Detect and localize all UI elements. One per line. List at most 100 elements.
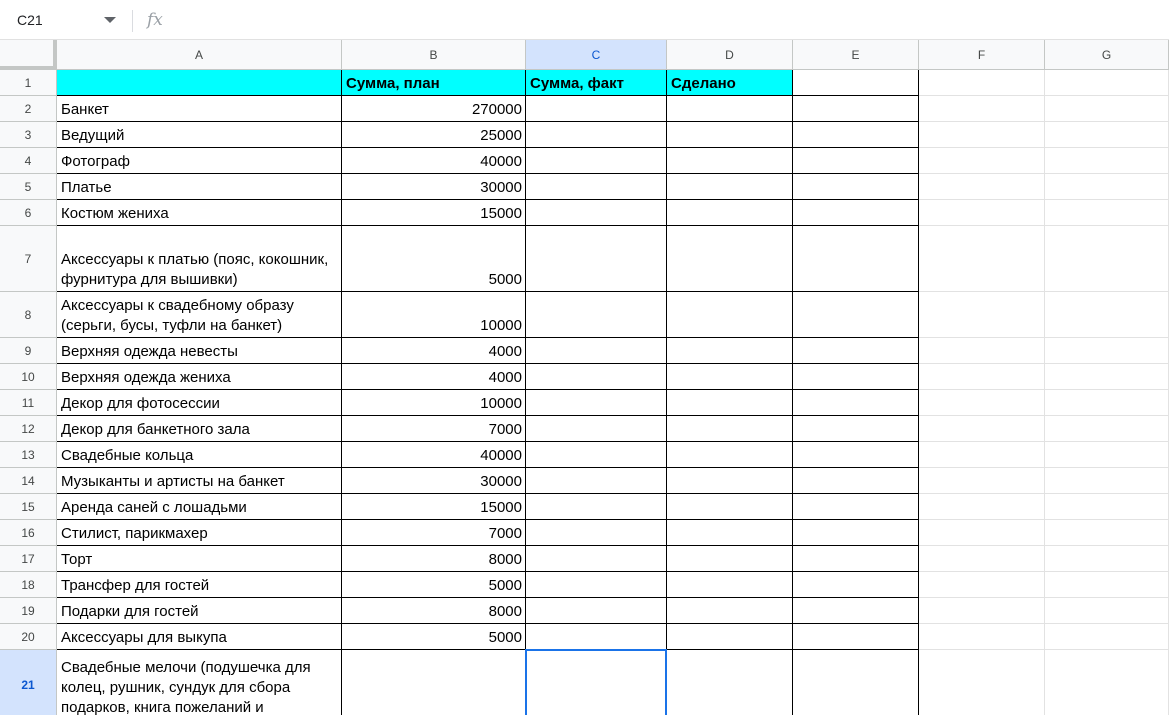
row-header-10[interactable]: 10 (0, 364, 57, 390)
cell-b2[interactable]: 270000 (342, 96, 526, 122)
cell-e8[interactable] (793, 292, 919, 338)
cell-g11[interactable] (1045, 390, 1169, 416)
cell-d3[interactable] (667, 122, 793, 148)
cell-b21[interactable] (342, 650, 526, 715)
cell-e1[interactable] (793, 70, 919, 96)
cell-c16[interactable] (526, 520, 667, 546)
cell-a9[interactable]: Верхняя одежда невесты (57, 338, 342, 364)
cell-e14[interactable] (793, 468, 919, 494)
cell-g14[interactable] (1045, 468, 1169, 494)
cell-a21[interactable]: Свадебные мелочи (подушечка для колец, р… (57, 650, 342, 715)
cell-f11[interactable] (919, 390, 1045, 416)
cell-f17[interactable] (919, 546, 1045, 572)
row-header-4[interactable]: 4 (0, 148, 57, 174)
cell-g12[interactable] (1045, 416, 1169, 442)
cell-c3[interactable] (526, 122, 667, 148)
cell-f10[interactable] (919, 364, 1045, 390)
row-header-5[interactable]: 5 (0, 174, 57, 200)
cell-f6[interactable] (919, 200, 1045, 226)
cell-a14[interactable]: Музыканты и артисты на банкет (57, 468, 342, 494)
cell-d17[interactable] (667, 546, 793, 572)
cell-a11[interactable]: Декор для фотосессии (57, 390, 342, 416)
cell-a5[interactable]: Платье (57, 174, 342, 200)
cell-a1[interactable] (57, 70, 342, 96)
cell-b7[interactable]: 5000 (342, 226, 526, 292)
cell-a3[interactable]: Ведущий (57, 122, 342, 148)
cell-e17[interactable] (793, 546, 919, 572)
cell-e20[interactable] (793, 624, 919, 650)
cell-c12[interactable] (526, 416, 667, 442)
cell-f1[interactable] (919, 70, 1045, 96)
cell-f7[interactable] (919, 226, 1045, 292)
cell-b19[interactable]: 8000 (342, 598, 526, 624)
row-header-11[interactable]: 11 (0, 390, 57, 416)
cell-f4[interactable] (919, 148, 1045, 174)
cell-f15[interactable] (919, 494, 1045, 520)
cell-c20[interactable] (526, 624, 667, 650)
cell-g9[interactable] (1045, 338, 1169, 364)
cell-g7[interactable] (1045, 226, 1169, 292)
cell-b16[interactable]: 7000 (342, 520, 526, 546)
cell-g20[interactable] (1045, 624, 1169, 650)
cell-d20[interactable] (667, 624, 793, 650)
cell-d7[interactable] (667, 226, 793, 292)
cell-a2[interactable]: Банкет (57, 96, 342, 122)
cell-b14[interactable]: 30000 (342, 468, 526, 494)
cell-b13[interactable]: 40000 (342, 442, 526, 468)
row-header-3[interactable]: 3 (0, 122, 57, 148)
cell-a17[interactable]: Торт (57, 546, 342, 572)
cell-b6[interactable]: 15000 (342, 200, 526, 226)
cell-g18[interactable] (1045, 572, 1169, 598)
cell-g19[interactable] (1045, 598, 1169, 624)
cell-d4[interactable] (667, 148, 793, 174)
cell-c18[interactable] (526, 572, 667, 598)
cell-f3[interactable] (919, 122, 1045, 148)
cell-d1[interactable]: Сделано (667, 70, 793, 96)
row-header-13[interactable]: 13 (0, 442, 57, 468)
cell-e2[interactable] (793, 96, 919, 122)
cell-a16[interactable]: Стилист, парикмахер (57, 520, 342, 546)
cell-f12[interactable] (919, 416, 1045, 442)
cell-c19[interactable] (526, 598, 667, 624)
cell-e5[interactable] (793, 174, 919, 200)
cell-b17[interactable]: 8000 (342, 546, 526, 572)
cell-b18[interactable]: 5000 (342, 572, 526, 598)
cell-a10[interactable]: Верхняя одежда жениха (57, 364, 342, 390)
cell-f8[interactable] (919, 292, 1045, 338)
cell-e3[interactable] (793, 122, 919, 148)
cell-d6[interactable] (667, 200, 793, 226)
chevron-down-icon[interactable] (104, 17, 116, 23)
cell-e16[interactable] (793, 520, 919, 546)
row-header-21[interactable]: 21 (0, 650, 57, 715)
cell-b3[interactable]: 25000 (342, 122, 526, 148)
cell-g16[interactable] (1045, 520, 1169, 546)
cell-d2[interactable] (667, 96, 793, 122)
cell-g3[interactable] (1045, 122, 1169, 148)
row-header-18[interactable]: 18 (0, 572, 57, 598)
row-header-1[interactable]: 1 (0, 70, 57, 96)
cell-c15[interactable] (526, 494, 667, 520)
cell-d15[interactable] (667, 494, 793, 520)
cell-a4[interactable]: Фотограф (57, 148, 342, 174)
cell-c1[interactable]: Сумма, факт (526, 70, 667, 96)
row-header-12[interactable]: 12 (0, 416, 57, 442)
cell-c4[interactable] (526, 148, 667, 174)
cell-d14[interactable] (667, 468, 793, 494)
cell-a18[interactable]: Трансфер для гостей (57, 572, 342, 598)
column-header-e[interactable]: E (793, 40, 919, 70)
row-header-20[interactable]: 20 (0, 624, 57, 650)
cell-f21[interactable] (919, 650, 1045, 715)
cell-e9[interactable] (793, 338, 919, 364)
column-header-a[interactable]: A (57, 40, 342, 70)
name-box[interactable]: C21 (0, 6, 126, 34)
row-header-19[interactable]: 19 (0, 598, 57, 624)
cell-g17[interactable] (1045, 546, 1169, 572)
cell-e6[interactable] (793, 200, 919, 226)
cell-d10[interactable] (667, 364, 793, 390)
row-header-17[interactable]: 17 (0, 546, 57, 572)
cell-b4[interactable]: 40000 (342, 148, 526, 174)
cell-b20[interactable]: 5000 (342, 624, 526, 650)
cell-g15[interactable] (1045, 494, 1169, 520)
cell-d12[interactable] (667, 416, 793, 442)
cell-g4[interactable] (1045, 148, 1169, 174)
